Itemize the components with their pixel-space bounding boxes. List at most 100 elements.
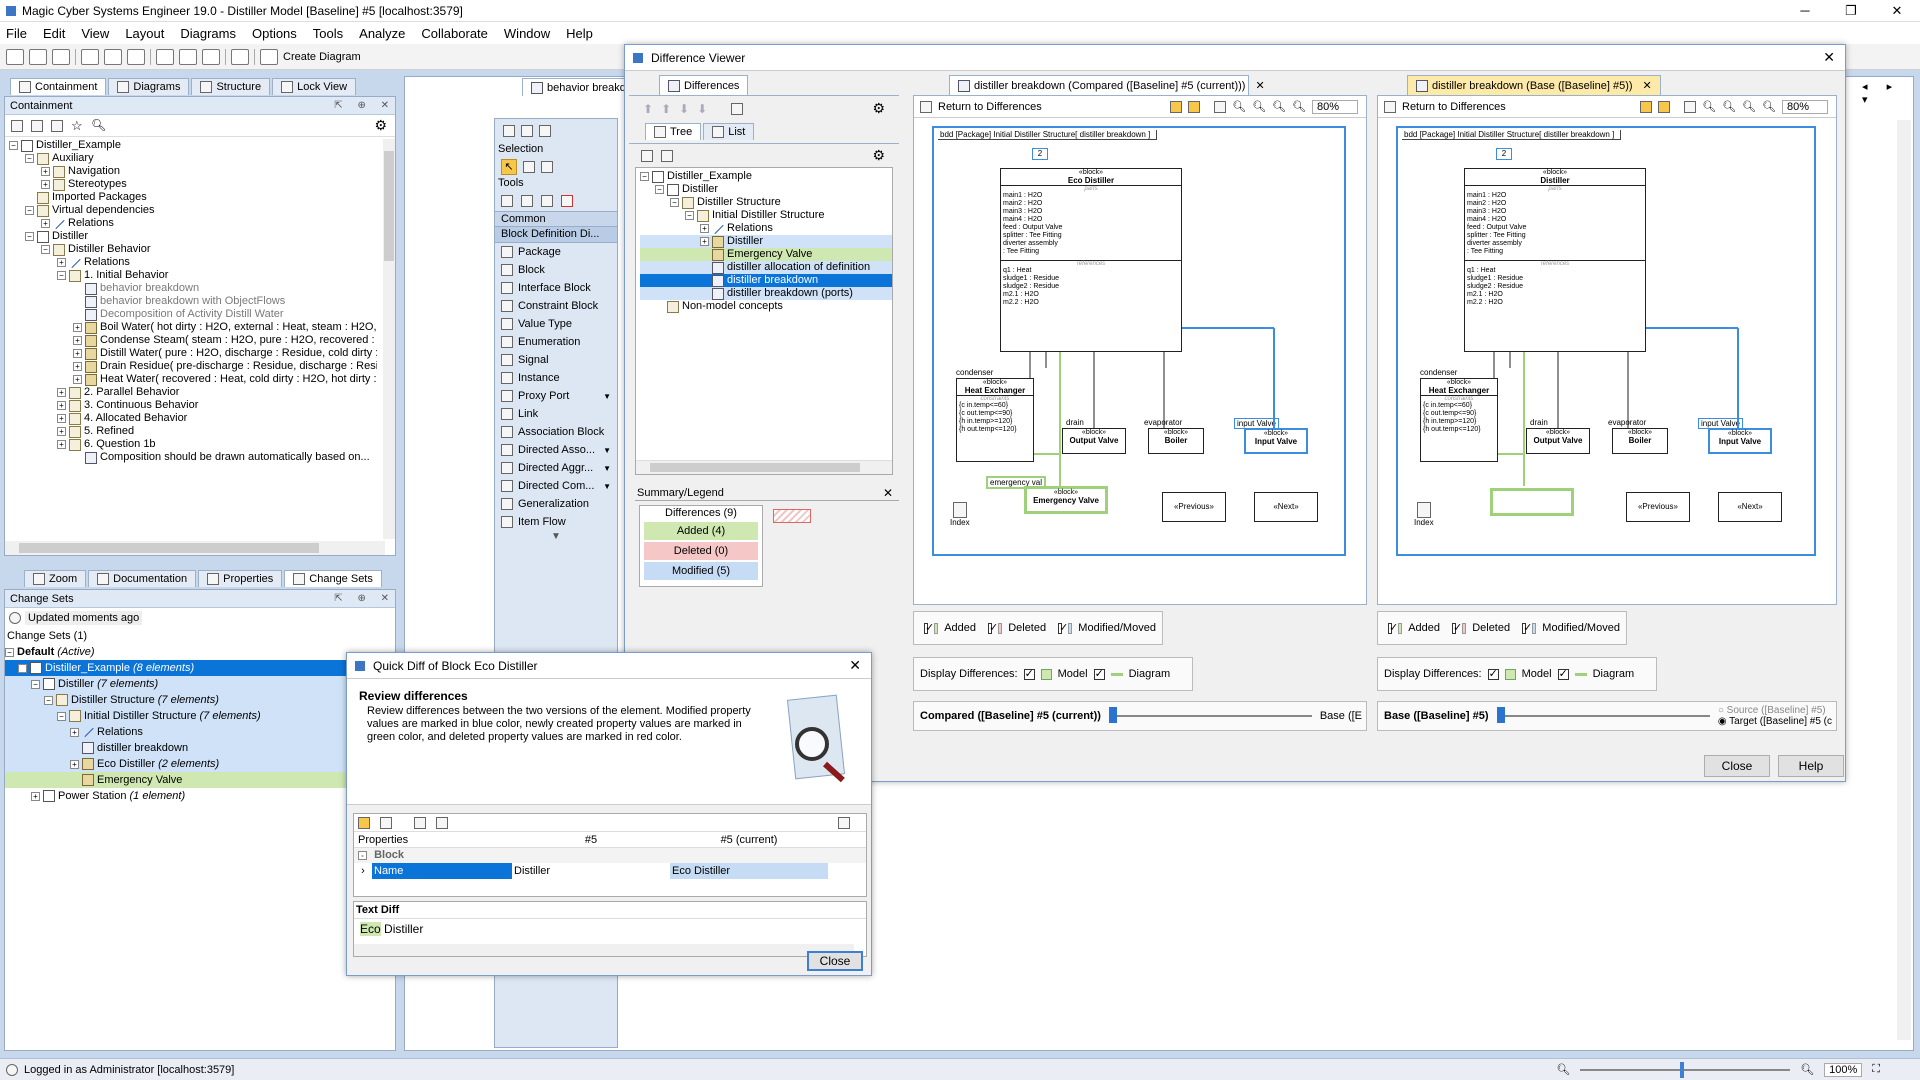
collapse-icon[interactable]: − [685, 211, 694, 220]
added-checkbox[interactable] [1388, 621, 1398, 634]
tree-item[interactable]: Non-model concepts [640, 300, 892, 313]
expand-icon[interactable]: + [41, 167, 50, 176]
return-to-differences-link[interactable]: Return to Differences [1402, 101, 1506, 113]
modified-checkbox[interactable] [1522, 621, 1533, 634]
expand-icon[interactable]: + [41, 180, 50, 189]
containment-vscrollbar[interactable] [383, 139, 395, 539]
collapse-icon[interactable]: − [44, 695, 53, 705]
version-slider[interactable] [1108, 707, 1312, 723]
tree-item[interactable]: +4. Allocated Behavior [9, 412, 377, 425]
size-icon[interactable] [541, 195, 553, 207]
tree-item[interactable]: − Default (Active) [5, 644, 395, 660]
tree-item[interactable]: − Distiller [640, 183, 892, 196]
menu-tools[interactable]: Tools [313, 26, 343, 41]
sync-icon[interactable] [1170, 100, 1183, 113]
layout-icon[interactable] [231, 48, 249, 65]
differences-hscrollbar[interactable] [636, 460, 892, 474]
expand-icon[interactable]: + [70, 759, 79, 769]
tree-item[interactable]: + Relations [640, 222, 892, 235]
tab-lock-view[interactable]: Lock View [272, 78, 357, 95]
zoom-in-icon[interactable]: 🔍︎ [1722, 100, 1736, 113]
zoom-fit-icon[interactable]: 🔍︎ [1232, 100, 1246, 113]
tree-item[interactable]: + Relations [9, 256, 377, 269]
tree-item[interactable]: distiller breakdown (ports) [640, 287, 892, 300]
collapse-icon[interactable]: - [358, 851, 367, 860]
undo-icon[interactable] [156, 48, 174, 65]
tree-item[interactable]: +2. Parallel Behavior [9, 386, 377, 399]
emergency-valve-block[interactable]: «block» Emergency Valve [1024, 486, 1108, 514]
tree-item[interactable]: Emergency Valve [640, 248, 892, 261]
palette-item-directed-asso-[interactable]: Directed Asso... ▼ [495, 441, 617, 459]
zoom-out-icon[interactable]: 🔍︎ [1272, 100, 1286, 113]
differences-tab[interactable]: Differences [659, 75, 749, 95]
tree-item[interactable]: + Relations [5, 724, 395, 740]
chevron-down-icon[interactable]: ▼ [603, 446, 611, 455]
first-diff-icon[interactable]: ⬆ [643, 102, 653, 116]
new-element-icon[interactable] [51, 119, 63, 132]
collapse-icon[interactable]: − [25, 232, 34, 241]
tree-item[interactable]: +6. Question 1b [9, 438, 377, 451]
summary-close-icon[interactable]: ✕ [883, 486, 893, 500]
chevron-down-icon[interactable]: ▼ [603, 392, 611, 401]
tab-documentation[interactable]: Documentation [88, 570, 197, 587]
zoom-in-icon[interactable]: 🔍︎ [1800, 1063, 1814, 1076]
tree-item[interactable]: − Distiller (7 elements) [5, 676, 395, 692]
version-slider[interactable] [1496, 707, 1710, 723]
collapse-icon[interactable]: − [57, 271, 66, 280]
return-to-differences-link[interactable]: Return to Differences [938, 101, 1042, 113]
tree-item[interactable]: − Auxiliary [9, 152, 377, 165]
close-window-button[interactable]: ✕ [1874, 0, 1920, 22]
fit-icon[interactable] [1658, 100, 1671, 113]
collapse-all-icon[interactable] [11, 119, 23, 132]
tab-structure[interactable]: Structure [191, 78, 271, 95]
zoom-slider[interactable] [1580, 1061, 1791, 1078]
expand-icon[interactable] [436, 816, 448, 829]
tab-properties[interactable]: Properties [198, 570, 283, 587]
output-valve-block[interactable]: «block» Output Valve [1526, 428, 1590, 454]
gear-icon[interactable]: ⚙ [374, 117, 387, 134]
tree-item[interactable]: + Navigation [9, 165, 377, 178]
expand-icon[interactable]: + [700, 237, 709, 246]
palette-item-interface-block[interactable]: Interface Block [495, 279, 617, 297]
boiler-block[interactable]: «block» Boiler [1612, 428, 1668, 454]
tree-item[interactable]: + Eco Distiller (2 elements) [5, 756, 395, 772]
collapse-all-icon[interactable] [661, 149, 673, 162]
collapse-icon[interactable]: − [655, 185, 664, 194]
diagram-vscrollbar[interactable] [1897, 120, 1911, 1040]
panel-controls[interactable]: ⇱ ⊕ ✕ [334, 593, 395, 604]
output-valve-block[interactable]: «block» Output Valve [1062, 428, 1126, 454]
main-block[interactable]: «block» Distiller parts main1 : H2O main2 : … [1464, 168, 1646, 352]
slider-thumb[interactable] [1496, 707, 1505, 723]
deleted-checkbox[interactable] [1452, 621, 1462, 634]
collapse-icon[interactable]: − [31, 679, 40, 689]
search-icon[interactable]: 🔍︎ [91, 119, 106, 132]
diff-help-button[interactable]: Help [1778, 755, 1844, 777]
new-icon[interactable] [6, 48, 24, 65]
tree-item[interactable]: distiller breakdown [640, 274, 892, 287]
view-mode-icon[interactable] [731, 102, 744, 115]
tree-item[interactable]: + Relations [9, 217, 377, 230]
source-radio[interactable]: ○ Source ([Baseline] #5) [1718, 705, 1832, 716]
slider-thumb[interactable] [1108, 707, 1117, 723]
export-icon[interactable] [838, 816, 850, 829]
last-diff-icon[interactable]: ⬇ [697, 102, 707, 116]
expand-all-icon[interactable] [31, 119, 43, 132]
palette-common-group[interactable]: Common [495, 211, 617, 227]
text-diff-hscrollbar[interactable] [354, 944, 854, 956]
expand-icon[interactable]: + [73, 349, 82, 358]
zoom-in-icon[interactable]: 🔍︎ [1252, 100, 1266, 113]
diagram-checkbox[interactable] [1093, 667, 1105, 680]
quick-diff-close-icon[interactable]: ✕ [849, 657, 861, 674]
text-icon[interactable] [561, 195, 573, 207]
expand-icon[interactable]: + [57, 427, 66, 436]
palette-item-generalization[interactable]: Generalization [495, 495, 617, 513]
tree-item[interactable]: − Distiller Structure [640, 196, 892, 209]
menu-collaborate[interactable]: Collaborate [421, 26, 488, 41]
palette-item-block[interactable]: Block [495, 261, 617, 279]
input-valve-block[interactable]: «block» Input Valve [1708, 428, 1772, 454]
model-checkbox[interactable] [1487, 667, 1499, 680]
palette-item-directed-aggr-[interactable]: Directed Aggr... ▼ [495, 459, 617, 477]
menu-help[interactable]: Help [566, 26, 593, 41]
forward-icon[interactable] [521, 125, 533, 137]
zoom-out-icon[interactable]: 🔍︎ [1556, 1063, 1570, 1076]
